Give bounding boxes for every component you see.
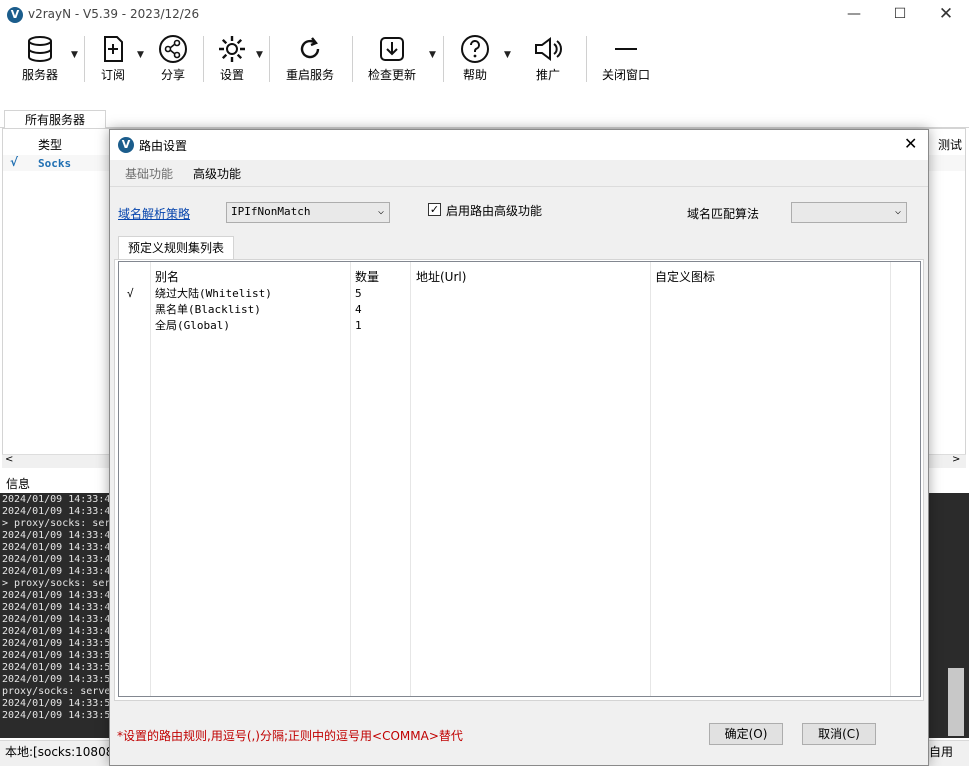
column-icon-header[interactable]: 自定义图标 (655, 268, 715, 285)
help-icon (461, 35, 489, 63)
subscribe-icon (104, 36, 123, 62)
servers-label: 服务器 (21, 68, 58, 82)
help-button[interactable]: 帮助 (455, 34, 495, 86)
enable-advanced-label: 启用路由高级功能 (446, 204, 543, 218)
domain-strategy-link[interactable]: 域名解析策略 (118, 205, 190, 222)
scroll-right-icon[interactable]: > (952, 454, 960, 465)
speaker-icon (535, 37, 562, 61)
servers-caret-icon[interactable]: ▼ (71, 50, 81, 60)
cancel-button[interactable]: 取消(C) (802, 723, 876, 745)
maximize-icon[interactable]: ☐ (877, 0, 923, 30)
check-update-label: 检查更新 (367, 68, 416, 82)
gear-icon (219, 36, 245, 62)
rule-alias-cell: 黑名单(Blacklist) (155, 303, 261, 316)
close-window-button[interactable]: 关闭窗口 (598, 34, 654, 86)
subscribe-caret-icon[interactable]: ▼ (137, 50, 147, 60)
settings-button[interactable]: 设置 (212, 34, 252, 86)
server-type-cell: Socks (38, 157, 72, 170)
column-alias-header[interactable]: 别名 (155, 268, 179, 285)
horizontal-scrollbar[interactable] (2, 454, 110, 468)
status-local-port: 本地:[socks:10808 (5, 745, 114, 759)
rule-alias-cell: 全局(Global) (155, 319, 230, 332)
match-algo-label: 域名匹配算法 (687, 207, 760, 221)
download-icon (380, 37, 404, 61)
server-tabstrip (0, 108, 969, 128)
scroll-left-icon[interactable]: < (5, 454, 13, 465)
ruleset-grid[interactable]: 别名 数量 地址(Url) 自定义图标 √ 绕过大陆(Whitelist) 5 黑名单… (118, 261, 921, 697)
column-count-header[interactable]: 数量 (355, 268, 379, 285)
restart-service-button[interactable]: 重启服务 (282, 34, 338, 86)
help-caret-icon[interactable]: ▼ (504, 50, 514, 60)
enable-advanced-checkbox[interactable]: ✓ (428, 203, 441, 216)
rule-alias-cell: 绕过大陆(Whitelist) (155, 287, 272, 300)
rule-count-cell: 1 (355, 319, 362, 332)
window-title: v2rayN - V5.39 - 2023/12/26 (28, 7, 200, 21)
toolbar-separator (443, 36, 444, 82)
column-type-header[interactable]: 类型 (38, 136, 62, 153)
promote-button[interactable]: 推广 (526, 34, 570, 86)
toolbar-separator (84, 36, 85, 82)
horizontal-scrollbar-right[interactable] (929, 454, 966, 468)
tab-basic[interactable]: 基础功能 (125, 165, 173, 182)
close-window-label: 关闭窗口 (601, 68, 650, 82)
help-label: 帮助 (462, 68, 487, 82)
table-row[interactable]: √ 绕过大陆(Whitelist) 5 (119, 286, 889, 302)
settings-caret-icon[interactable]: ▼ (256, 50, 266, 60)
dialog-logo-icon: V (118, 137, 134, 153)
toolbar-separator (269, 36, 270, 82)
domain-strategy-select[interactable]: IPIfNonMatch ⌵ (226, 202, 390, 223)
settings-label: 设置 (219, 68, 244, 82)
status-mode: 自用 (929, 745, 954, 759)
toolbar-separator (352, 36, 353, 82)
routing-settings-dialog: V 路由设置 ✕ 基础功能 高级功能 域名解析策略 IPIfNonMatch ⌵… (109, 129, 929, 766)
match-algo-select[interactable]: ⌵ (791, 202, 907, 223)
toolbar-separator (203, 36, 204, 82)
chevron-down-icon: ⌵ (377, 206, 384, 217)
tab-advanced[interactable]: 高级功能 (193, 165, 241, 182)
minimize-window-icon (615, 48, 637, 50)
dialog-title: 路由设置 (139, 139, 188, 153)
rule-count-cell: 4 (355, 303, 362, 316)
restart-icon (300, 37, 320, 59)
ok-button[interactable]: 确定(O) (709, 723, 783, 745)
dialog-close-icon[interactable]: ✕ (904, 134, 917, 153)
tab-divider (110, 186, 928, 187)
check-icon: √ (10, 155, 19, 169)
check-update-button[interactable]: 检查更新 (364, 34, 420, 86)
tab-ruleset-list[interactable]: 预定义规则集列表 (118, 236, 234, 260)
column-url-header[interactable]: 地址(Url) (416, 268, 466, 285)
log-scrollbar-thumb[interactable] (948, 668, 964, 736)
check-update-caret-icon[interactable]: ▼ (429, 50, 439, 60)
footer-note: *设置的路由规则,用逗号(,)分隔;正则中的逗号用<COMMA>替代 (117, 729, 463, 743)
table-row[interactable]: 黑名单(Blacklist) 4 (119, 302, 889, 318)
toolbar-separator (586, 36, 587, 82)
restart-service-label: 重启服务 (285, 68, 334, 82)
dialog-titlebar (110, 130, 928, 160)
table-row[interactable]: 全局(Global) 1 (119, 318, 889, 334)
promote-label: 推广 (535, 68, 560, 82)
column-test-header[interactable]: 测试 (938, 136, 962, 153)
domain-strategy-value: IPIfNonMatch (231, 205, 311, 218)
rule-check-icon: √ (127, 287, 134, 300)
subscribe-label: 订阅 (100, 68, 125, 82)
close-icon[interactable]: ✕ (923, 0, 969, 30)
share-label: 分享 (160, 68, 185, 82)
app-logo-icon: V (7, 7, 23, 23)
servers-button[interactable]: 服务器 (12, 34, 68, 86)
rule-count-cell: 5 (355, 287, 362, 300)
database-icon (28, 36, 52, 63)
info-label: 信息 (6, 477, 31, 491)
share-button[interactable]: 分享 (153, 34, 193, 86)
minimize-icon[interactable]: — (831, 0, 877, 30)
tab-all-servers[interactable]: 所有服务器 (4, 110, 106, 129)
chevron-down-icon: ⌵ (894, 206, 901, 217)
share-icon (159, 35, 187, 63)
subscribe-button[interactable]: 订阅 (93, 34, 133, 86)
